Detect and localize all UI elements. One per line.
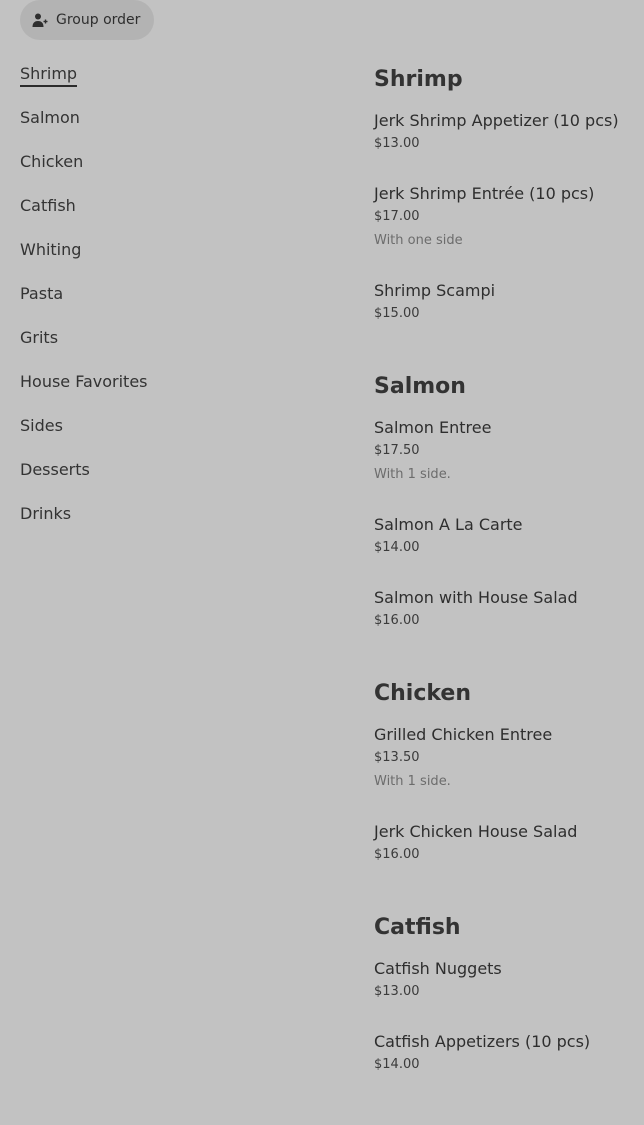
category-nav: Shrimp Salmon Chicken Catfish Whiting Pa… <box>20 63 148 547</box>
nav-item-sides[interactable]: Sides <box>20 415 148 459</box>
menu-item[interactable]: Jerk Shrimp Appetizer (10 pcs) $13.00 <box>374 110 636 153</box>
item-price: $16.00 <box>374 613 420 628</box>
menu-item[interactable]: Jerk Chicken House Salad $16.00 <box>374 821 636 864</box>
item-name: Jerk Shrimp Entrée (10 pcs) <box>374 184 595 203</box>
nav-item-catfish[interactable]: Catfish <box>20 195 148 239</box>
menu-list: Shrimp Jerk Shrimp Appetizer (10 pcs) $1… <box>374 64 636 1122</box>
category-title: Chicken <box>374 681 472 706</box>
item-price: $14.00 <box>374 1057 420 1072</box>
item-name: Jerk Shrimp Appetizer (10 pcs) <box>374 111 619 130</box>
item-description: With 1 side. <box>374 774 451 789</box>
category-section-chicken: Chicken Grilled Chicken Entree $13.50 Wi… <box>374 678 636 864</box>
nav-item-whiting[interactable]: Whiting <box>20 239 148 283</box>
item-price: $13.00 <box>374 136 420 151</box>
nav-item-salmon[interactable]: Salmon <box>20 107 148 151</box>
person-add-icon <box>32 13 48 27</box>
nav-item-desserts[interactable]: Desserts <box>20 459 148 503</box>
category-title: Shrimp <box>374 67 463 92</box>
group-order-label: Group order <box>56 12 141 28</box>
item-name: Shrimp Scampi <box>374 281 496 300</box>
nav-item-drinks[interactable]: Drinks <box>20 503 148 547</box>
nav-item-shrimp[interactable]: Shrimp <box>20 63 148 107</box>
item-price: $13.00 <box>374 984 420 999</box>
nav-item-pasta[interactable]: Pasta <box>20 283 148 327</box>
item-description: With 1 side. <box>374 467 451 482</box>
category-section-catfish: Catfish Catfish Nuggets $13.00 Catfish A… <box>374 912 636 1074</box>
category-title: Salmon <box>374 374 466 399</box>
menu-item[interactable]: Salmon A La Carte $14.00 <box>374 514 636 557</box>
item-price: $15.00 <box>374 306 420 321</box>
item-name: Grilled Chicken Entree <box>374 725 553 744</box>
category-section-salmon: Salmon Salmon Entree $17.50 With 1 side.… <box>374 371 636 630</box>
menu-item[interactable]: Catfish Appetizers (10 pcs) $14.00 <box>374 1031 636 1074</box>
item-name: Catfish Nuggets <box>374 959 502 978</box>
item-name: Jerk Chicken House Salad <box>374 822 578 841</box>
item-price: $13.50 <box>374 750 420 765</box>
nav-item-house-favorites[interactable]: House Favorites <box>20 371 148 415</box>
item-price: $16.00 <box>374 847 420 862</box>
category-title: Catfish <box>374 915 461 940</box>
menu-item[interactable]: Jerk Shrimp Entrée (10 pcs) $17.00 With … <box>374 183 636 250</box>
item-name: Salmon A La Carte <box>374 515 523 534</box>
item-name: Catfish Appetizers (10 pcs) <box>374 1032 591 1051</box>
item-price: $17.50 <box>374 443 420 458</box>
menu-item[interactable]: Salmon with House Salad $16.00 <box>374 587 636 630</box>
item-name: Salmon Entree <box>374 418 492 437</box>
nav-item-chicken[interactable]: Chicken <box>20 151 148 195</box>
item-price: $14.00 <box>374 540 420 555</box>
menu-item[interactable]: Salmon Entree $17.50 With 1 side. <box>374 417 636 484</box>
category-section-shrimp: Shrimp Jerk Shrimp Appetizer (10 pcs) $1… <box>374 64 636 323</box>
group-order-button[interactable]: Group order <box>20 0 154 40</box>
menu-item[interactable]: Catfish Nuggets $13.00 <box>374 958 636 1001</box>
item-price: $17.00 <box>374 209 420 224</box>
nav-item-grits[interactable]: Grits <box>20 327 148 371</box>
item-name: Salmon with House Salad <box>374 588 578 607</box>
menu-item[interactable]: Shrimp Scampi $15.00 <box>374 280 636 323</box>
item-description: With one side <box>374 233 463 248</box>
menu-item[interactable]: Grilled Chicken Entree $13.50 With 1 sid… <box>374 724 636 791</box>
